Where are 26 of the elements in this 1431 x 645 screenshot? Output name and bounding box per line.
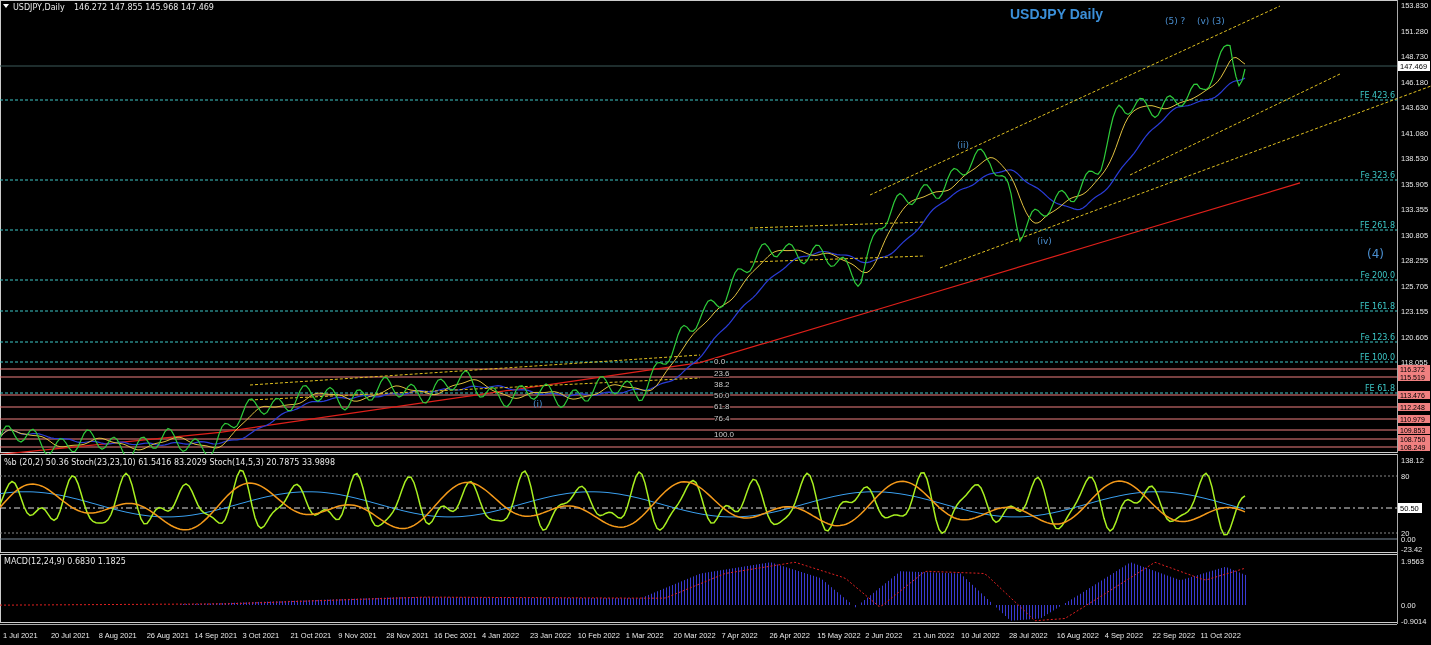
ohlc-values: 146.272 147.855 145.968 147.469	[74, 3, 214, 12]
dropdown-triangle-icon[interactable]	[3, 4, 9, 8]
retracement-label: 23.6	[714, 369, 730, 378]
retracement-label: 50.0	[714, 391, 730, 400]
wave-label: (ii)	[957, 140, 970, 150]
fibonacci-level-label: Fe 200.0	[1360, 271, 1395, 280]
fibonacci-level-label: Fe 123.6	[1360, 333, 1395, 342]
wave-label: (4)	[1367, 247, 1384, 261]
symbol-label: USDJPY,Daily	[13, 3, 65, 12]
chart-title: USDJPY Daily	[1010, 6, 1104, 22]
retracement-label: 0.0	[714, 357, 726, 366]
fibonacci-level-label: FE 161.8	[1359, 302, 1395, 311]
fibonacci-level-label: FE 61.8	[1365, 384, 1395, 393]
oscillator-legend: %b (20,2) 50.36 Stoch(23,23,10) 61.5416 83.2029 Stoch(14,5,3) 20.7875 33.9898	[4, 458, 336, 467]
wave-label: (i)	[533, 399, 543, 409]
retracement-label: 100.0	[714, 430, 735, 439]
wave-label: (v)	[1197, 16, 1210, 26]
fibonacci-level-label: Fe 323.6	[1360, 171, 1395, 180]
wave-label: (iv)	[1037, 236, 1052, 246]
fibonacci-level-label: FE 423.6	[1359, 91, 1395, 100]
fibonacci-level-label: FE 100.0	[1359, 353, 1395, 362]
wave-label: (5) ?	[1165, 16, 1186, 26]
retracement-label: 38.2	[714, 380, 730, 389]
macd-legend: MACD(12,24,9) 0.6830 1.1825	[4, 557, 126, 566]
fibonacci-level-label: FE 261.8	[1359, 221, 1395, 230]
wave-label: (3)	[1212, 16, 1225, 26]
